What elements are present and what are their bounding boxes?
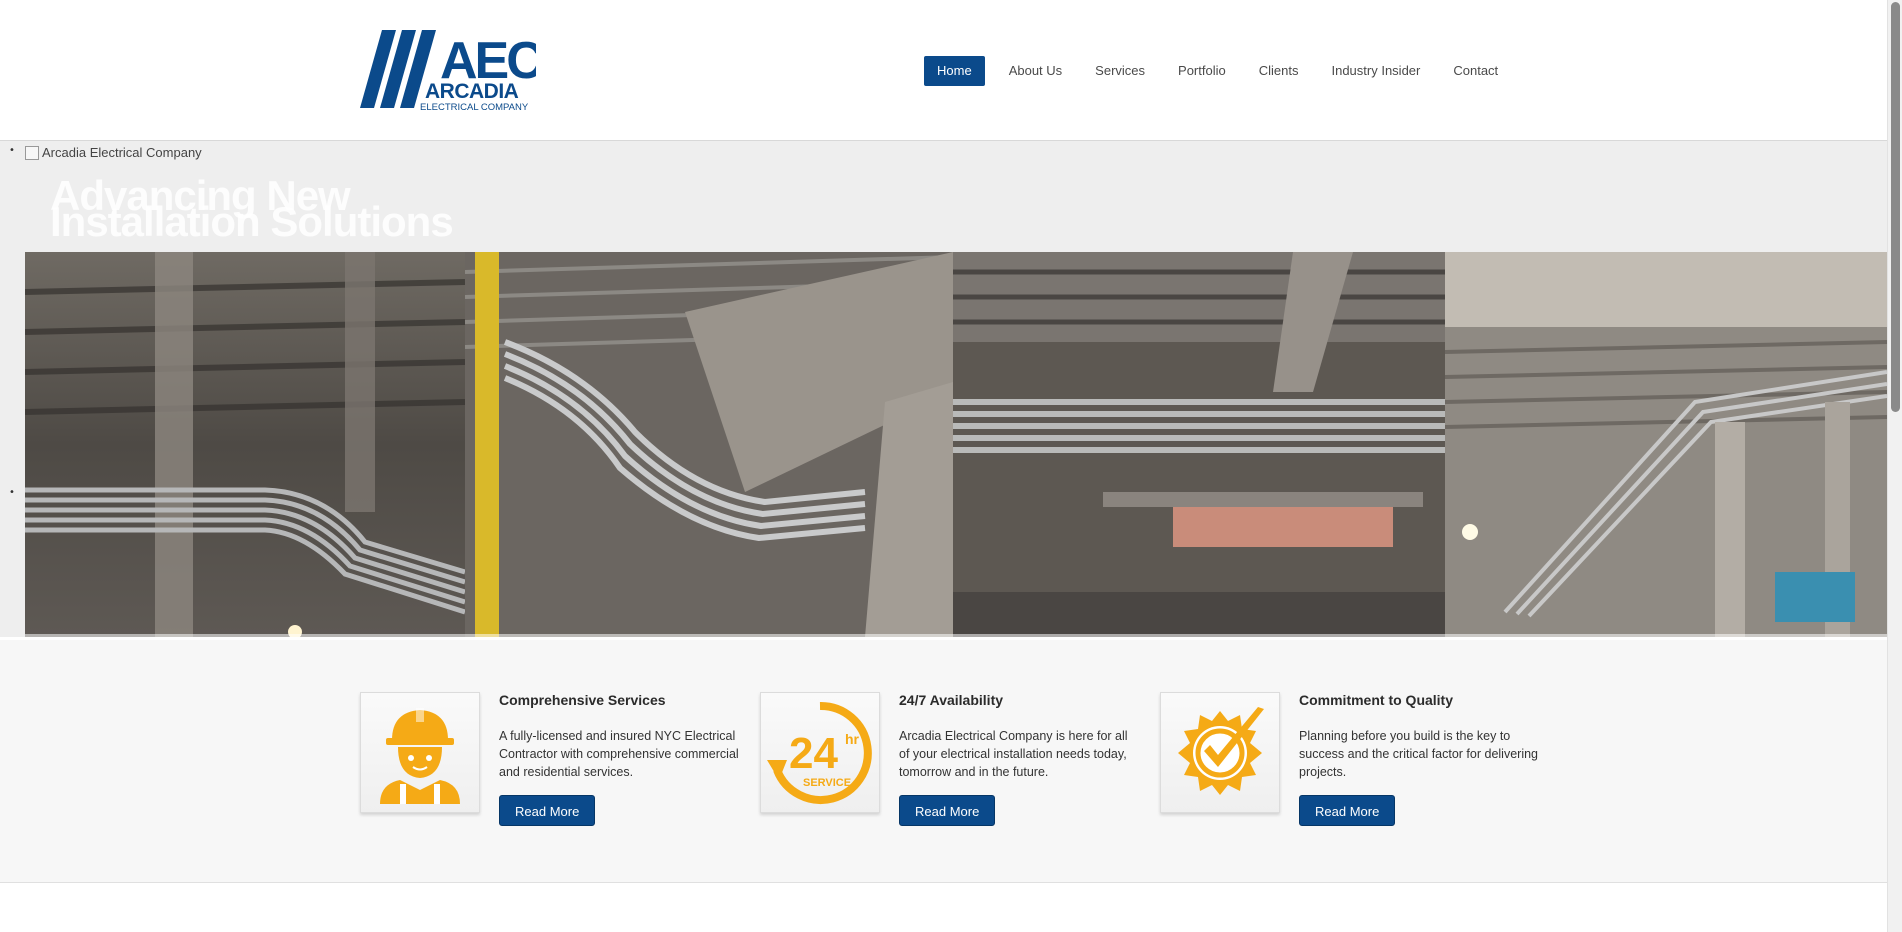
- slide-title-line2: Installation Solutions: [50, 198, 454, 245]
- scrollbar-thumb[interactable]: [1891, 2, 1900, 412]
- feature-title: Commitment to Quality: [1299, 692, 1454, 708]
- broken-slide-image: Arcadia Electrical Company: [25, 145, 202, 160]
- slide-title: Advancing New Installation Solutions: [50, 175, 454, 245]
- read-more-button[interactable]: Read More: [1299, 795, 1396, 826]
- feature-title: Comprehensive Services: [499, 692, 666, 708]
- company-logo[interactable]: AEC ARCADIA ELECTRICAL COMPANY: [360, 28, 536, 112]
- features-section: Comprehensive Services A fully-licensed …: [0, 640, 1887, 883]
- worker-icon: [360, 692, 480, 813]
- 24hr-service-icon: 24 hr SERVICE: [760, 692, 880, 813]
- slide-bullet: •: [9, 145, 15, 156]
- icon-hr-text: hr: [845, 731, 860, 747]
- conduit-photo: [953, 252, 1445, 637]
- feature-card-commitment-to-quality: Commitment to Quality Planning before yo…: [1160, 692, 1550, 832]
- feature-card-comprehensive-services: Comprehensive Services A fully-licensed …: [360, 692, 750, 832]
- feature-text: A fully-licensed and insured NYC Electri…: [499, 729, 739, 779]
- conduit-photo: [1445, 252, 1887, 637]
- nav-contact[interactable]: Contact: [1444, 56, 1507, 86]
- nav-about-us[interactable]: About Us: [1000, 56, 1071, 86]
- logo-tagline: ELECTRICAL COMPANY: [420, 102, 529, 112]
- nav-home[interactable]: Home: [924, 56, 985, 86]
- vertical-scrollbar[interactable]: [1887, 0, 1902, 932]
- icon-24-text: 24: [789, 729, 838, 778]
- hero-slider: • Arcadia Electrical Company Advancing N…: [0, 141, 1887, 640]
- slide-photo-collage: [25, 252, 1887, 637]
- conduit-photo: [465, 252, 953, 637]
- slide-bullet: •: [9, 487, 15, 498]
- nav-industry-insider[interactable]: Industry Insider: [1322, 56, 1429, 86]
- page-bottom: [0, 883, 1887, 932]
- nav-services[interactable]: Services: [1086, 56, 1154, 86]
- feature-title: 24/7 Availability: [899, 692, 1004, 708]
- read-more-button[interactable]: Read More: [499, 795, 596, 826]
- read-more-button[interactable]: Read More: [899, 795, 996, 826]
- feature-text: Planning before you build is the key to …: [1299, 729, 1538, 779]
- main-nav: Home About Us Services Portfolio Clients…: [924, 56, 1522, 86]
- site-header: AEC ARCADIA ELECTRICAL COMPANY Home Abou…: [0, 0, 1887, 141]
- conduit-photo: [25, 252, 465, 637]
- feature-text: Arcadia Electrical Company is here for a…: [899, 729, 1128, 779]
- icon-service-text: SERVICE: [803, 777, 851, 789]
- nav-portfolio[interactable]: Portfolio: [1169, 56, 1235, 86]
- nav-clients[interactable]: Clients: [1250, 56, 1308, 86]
- broken-image-icon: [25, 145, 39, 160]
- logo-name: ARCADIA: [425, 80, 519, 103]
- broken-image-alt: Arcadia Electrical Company: [42, 145, 202, 160]
- feature-card-24-7-availability: 24 hr SERVICE 24/7 Availability Arcadia …: [760, 692, 1150, 832]
- quality-badge-icon: [1160, 692, 1280, 813]
